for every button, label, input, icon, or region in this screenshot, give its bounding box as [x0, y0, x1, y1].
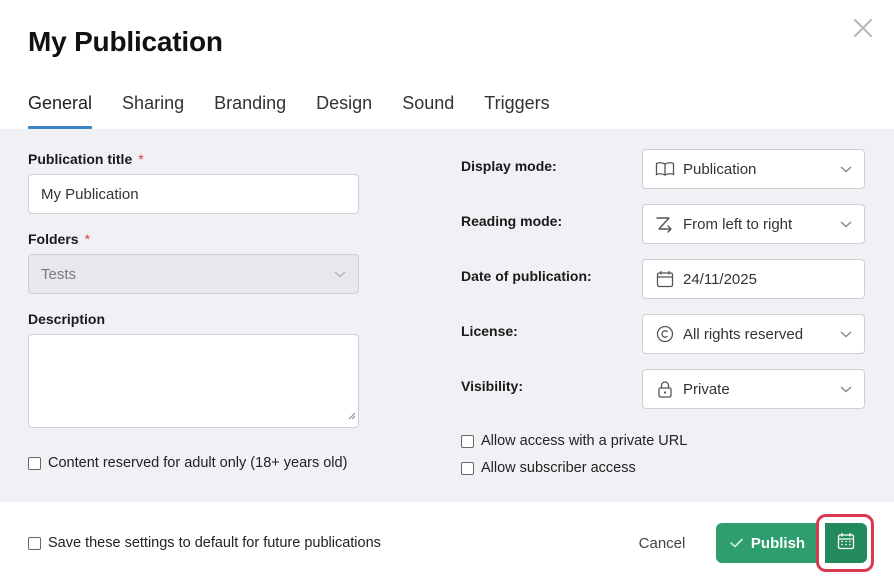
- publication-settings-dialog: My Publication General Sharing Branding …: [0, 0, 894, 585]
- close-icon[interactable]: [851, 16, 875, 40]
- tab-bar: General Sharing Branding Design Sound Tr…: [28, 88, 550, 129]
- tab-general[interactable]: General: [28, 88, 93, 129]
- tab-sound[interactable]: Sound: [402, 88, 454, 129]
- visibility-value: Private: [683, 380, 730, 398]
- reading-mode-value: From left to right: [683, 215, 793, 233]
- date-of-publication-label: Date of publication:: [461, 268, 592, 284]
- lock-icon: [655, 379, 675, 399]
- publication-title-label: Publication title *: [28, 151, 144, 167]
- calendar-icon: [655, 269, 675, 289]
- copyright-icon: [655, 324, 675, 344]
- subscriber-access-checkbox[interactable]: Allow subscriber access: [461, 460, 636, 476]
- date-of-publication-input[interactable]: 24/11/2025: [642, 259, 865, 299]
- check-icon: [730, 535, 743, 552]
- save-defaults-checkbox[interactable]: Save these settings to default for futur…: [28, 535, 381, 551]
- visibility-select[interactable]: Private: [642, 369, 865, 409]
- publish-button[interactable]: Publish: [716, 523, 819, 563]
- resize-handle-icon[interactable]: [347, 407, 356, 425]
- dialog-title: My Publication: [28, 26, 223, 57]
- display-mode-select[interactable]: Publication: [642, 149, 865, 189]
- required-mark: *: [84, 231, 91, 247]
- license-select[interactable]: All rights reserved: [642, 314, 865, 354]
- book-icon: [655, 159, 675, 179]
- subscriber-access-label: Allow subscriber access: [481, 460, 636, 476]
- tab-sharing[interactable]: Sharing: [122, 88, 184, 129]
- folders-label-text: Folders: [28, 231, 79, 247]
- publication-title-label-text: Publication title: [28, 151, 133, 167]
- tab-branding[interactable]: Branding: [214, 88, 286, 129]
- date-value: 24/11/2025: [683, 270, 757, 288]
- checkbox-box[interactable]: [28, 536, 41, 550]
- chevron-down-icon: [840, 326, 852, 343]
- calendar-icon: [837, 532, 855, 555]
- adult-content-checkbox[interactable]: Content reserved for adult only (18+ yea…: [28, 455, 347, 471]
- description-label: Description: [28, 311, 106, 327]
- direction-icon: [655, 214, 675, 234]
- display-mode-value: Publication: [683, 160, 757, 178]
- visibility-label: Visibility:: [461, 378, 523, 394]
- required-mark: *: [138, 151, 144, 167]
- folders-label: Folders *: [28, 231, 90, 247]
- chevron-down-icon: [840, 381, 852, 398]
- checkbox-box[interactable]: [461, 461, 474, 475]
- private-url-checkbox[interactable]: Allow access with a private URL: [461, 433, 687, 449]
- chevron-down-icon: [840, 161, 852, 178]
- tab-design[interactable]: Design: [316, 88, 372, 129]
- reading-mode-select[interactable]: From left to right: [642, 204, 865, 244]
- chevron-down-icon: [334, 266, 346, 283]
- cancel-button[interactable]: Cancel: [626, 528, 698, 558]
- private-url-label: Allow access with a private URL: [481, 433, 688, 449]
- save-defaults-label: Save these settings to default for futur…: [48, 535, 381, 551]
- reading-mode-label: Reading mode:: [461, 213, 563, 229]
- publication-title-input[interactable]: My Publication: [28, 174, 359, 214]
- license-value: All rights reserved: [683, 325, 804, 343]
- folders-select[interactable]: Tests: [28, 254, 359, 294]
- publish-label: Publish: [750, 534, 806, 552]
- license-label: License:: [461, 323, 518, 339]
- description-textarea[interactable]: [28, 334, 359, 428]
- folders-value: Tests: [41, 265, 77, 283]
- tab-triggers[interactable]: Triggers: [484, 88, 549, 129]
- display-mode-label: Display mode:: [461, 158, 557, 174]
- checkbox-box[interactable]: [28, 456, 41, 470]
- checkbox-box[interactable]: [461, 434, 474, 448]
- publication-title-value: My Publication: [41, 185, 139, 203]
- chevron-down-icon: [840, 216, 852, 233]
- adult-content-label: Content reserved for adult only (18+ yea…: [48, 455, 348, 471]
- schedule-publish-button[interactable]: [825, 523, 867, 563]
